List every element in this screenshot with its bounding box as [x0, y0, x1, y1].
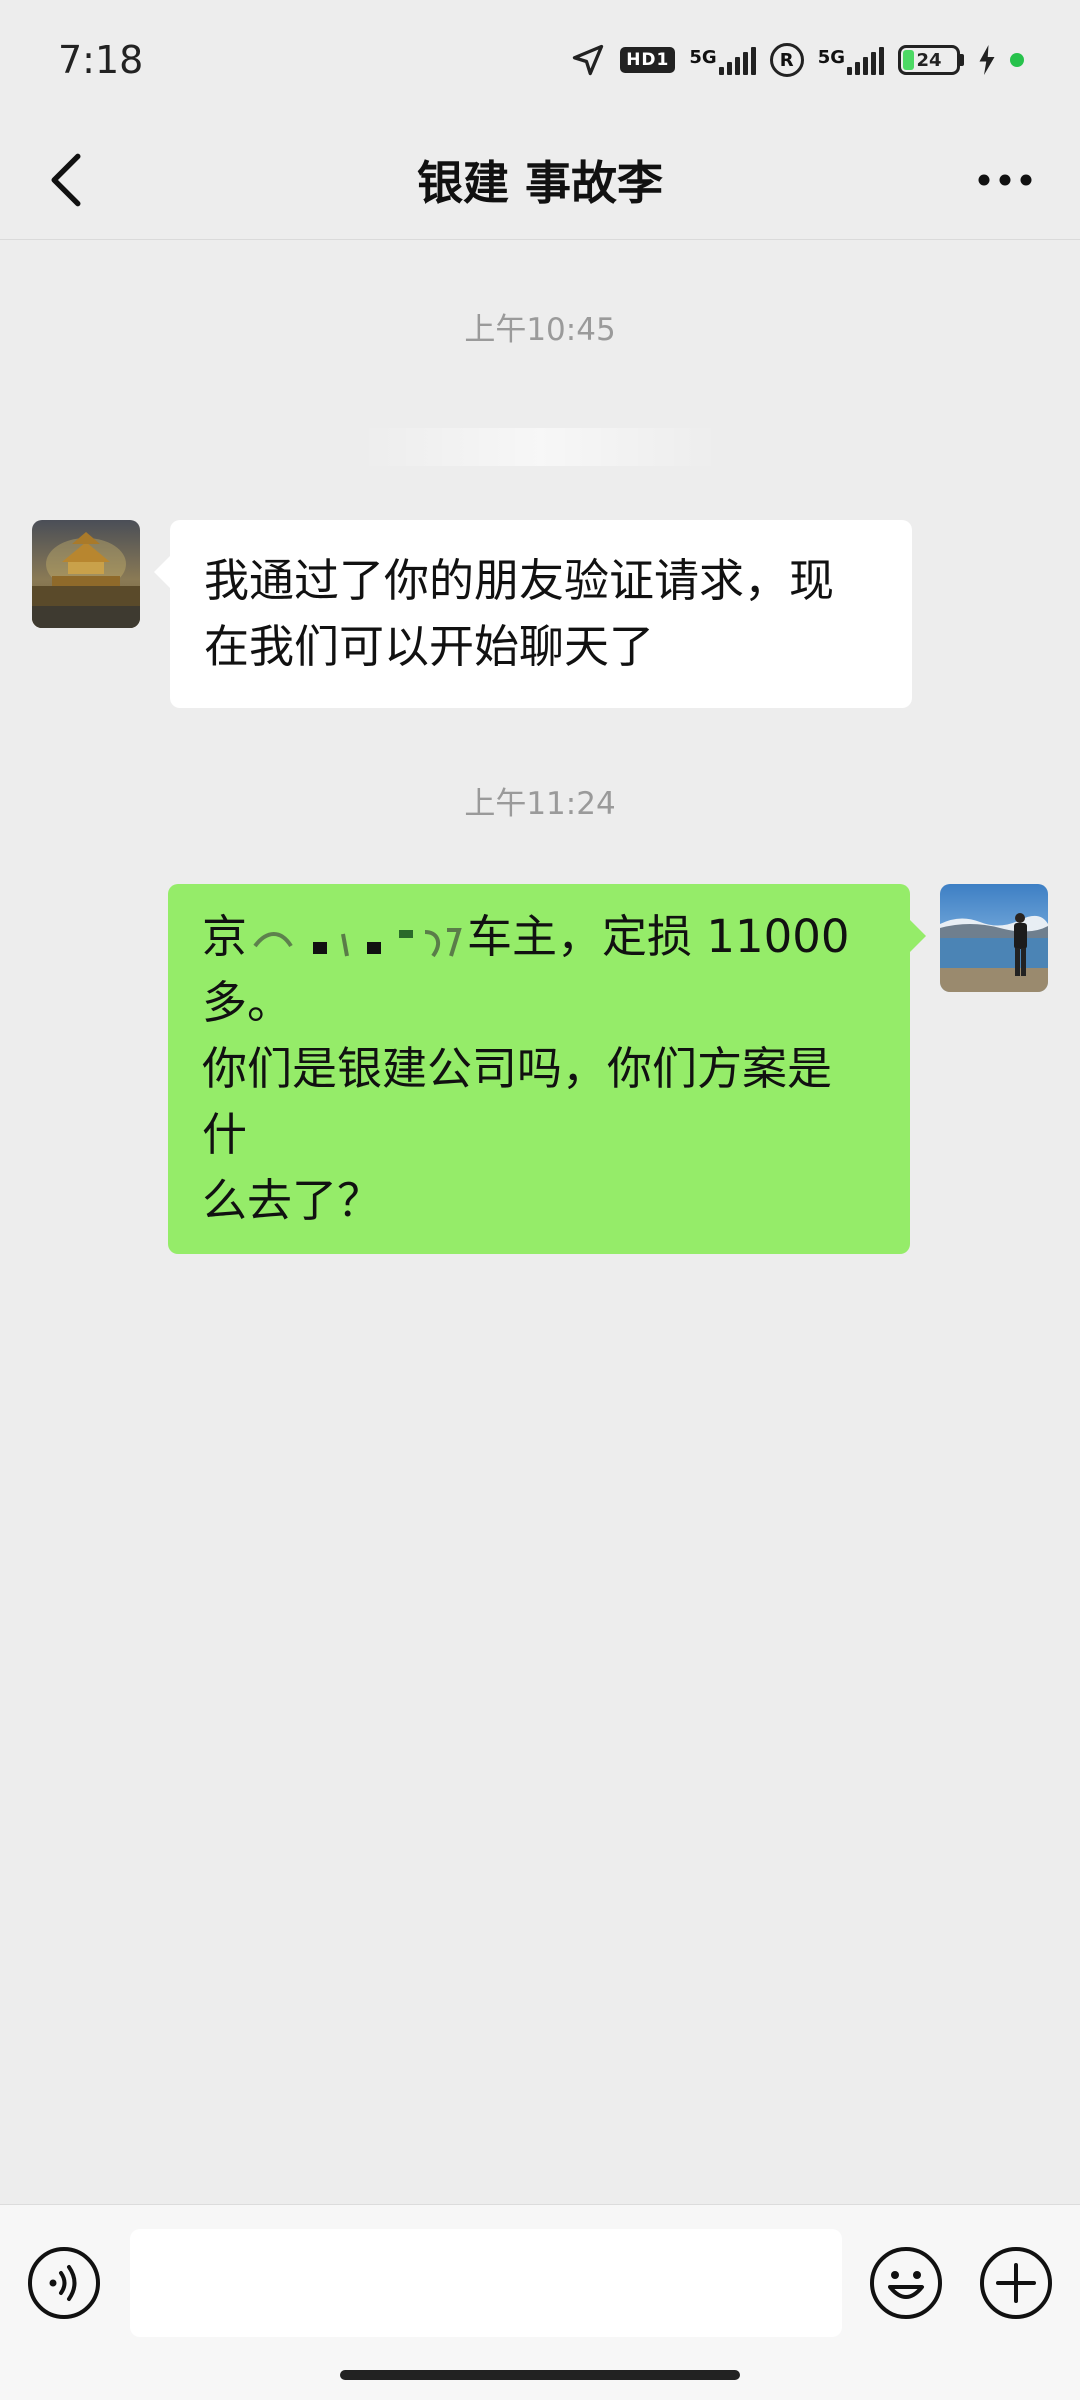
location-icon: [570, 42, 606, 78]
message-line: 京 车主，定损 11000 多。: [202, 904, 876, 1036]
roaming-icon: R: [769, 43, 804, 77]
contact-avatar[interactable]: [32, 520, 140, 628]
add-button[interactable]: [978, 2245, 1054, 2321]
emoji-button[interactable]: [868, 2245, 944, 2321]
status-icons: HD1 5G R 5G 24: [570, 42, 1024, 78]
network-type-label: 5G: [689, 47, 717, 68]
home-indicator[interactable]: [340, 2370, 740, 2380]
charging-icon: [978, 45, 996, 75]
hd-badge: HD1: [620, 47, 676, 73]
message-line: 你们是银建公司吗，你们方案是什: [202, 1042, 833, 1161]
incoming-message-bubble[interactable]: 我通过了你的朋友验证请求，现在我们可以开始聊天了: [154, 520, 912, 708]
system-notice-faded: [360, 428, 720, 466]
message-input[interactable]: [130, 2229, 842, 2337]
chat-screen: 7:18 HD1 5G R 5G 24 银建 事故李 上午10:45 我通过了你…: [0, 0, 1080, 2400]
battery-icon: 24: [898, 45, 964, 75]
message-text: 我通过了你的朋友验证请求，现在我们可以开始聊天了: [204, 554, 835, 673]
signal-icon-2: 5G: [818, 45, 884, 75]
message-text-prefix: 京: [202, 910, 248, 963]
chat-header: 银建 事故李: [0, 120, 1080, 240]
outgoing-message-bubble[interactable]: 京 车主，定损 11000 多。 你们是银建公司吗，你们方案是什 么去了？: [168, 884, 926, 1254]
redacted-plate-number: [247, 914, 467, 958]
network-type-label: 5G: [817, 47, 845, 68]
battery-level: 24: [916, 49, 942, 71]
message-timestamp: 上午11:24: [464, 786, 616, 822]
privacy-indicator-dot: [1010, 53, 1024, 67]
chat-title: 银建 事故李: [416, 156, 663, 210]
plus-icon: [980, 2247, 1052, 2319]
voice-button[interactable]: [26, 2245, 102, 2321]
my-avatar[interactable]: [940, 884, 1048, 992]
message-timestamp: 上午10:45: [464, 312, 616, 348]
emoji-icon: [870, 2247, 942, 2319]
more-horizontal-icon: [978, 174, 1032, 186]
signal-icon-1: 5G: [689, 45, 756, 75]
status-bar: 7:18 HD1 5G R 5G 24: [0, 0, 1080, 120]
status-time: 7:18: [58, 38, 144, 82]
message-line: 么去了？: [202, 1174, 383, 1227]
more-button[interactable]: [970, 150, 1040, 210]
voice-icon: [28, 2247, 100, 2319]
